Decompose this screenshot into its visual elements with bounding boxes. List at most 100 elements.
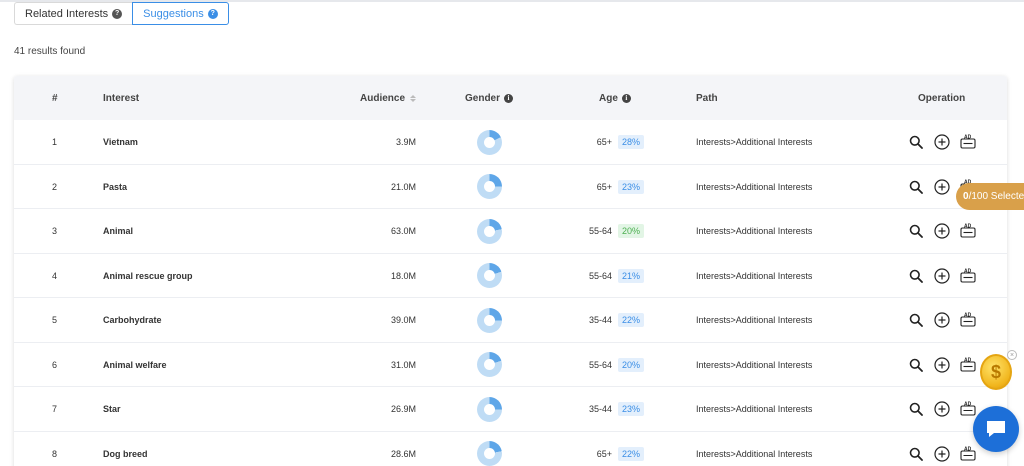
age-percent-badge: 23%: [617, 179, 644, 194]
row-age: 35-44 23%: [544, 387, 644, 431]
tab-related-interests[interactable]: Related Interests ?: [14, 2, 133, 25]
row-path: Interests>Additional Interests: [696, 448, 813, 459]
help-icon[interactable]: ?: [207, 8, 218, 19]
table-header: # Interest Audience Gender i Age i Path …: [14, 76, 1007, 120]
ad-icon[interactable]: AD: [959, 356, 977, 374]
plus-circle-icon[interactable]: [933, 267, 951, 285]
table-row: 3 Animal 63.0M 55-64 20% Interests>Additional…: [14, 209, 1007, 254]
table-row: 8 Dog breed 28.6M 65+ 22% Interests>Additiona…: [14, 432, 1007, 466]
row-audience: 21.0M: [390, 181, 416, 192]
plus-circle-icon[interactable]: [933, 356, 951, 374]
row-audience: 28.6M: [390, 448, 416, 459]
row-number: 7: [52, 404, 58, 414]
plus-circle-icon[interactable]: [933, 178, 951, 196]
dollar-coin-icon[interactable]: $: [980, 354, 1012, 390]
row-interest: Star: [103, 404, 121, 414]
row-age: 55-64 21%: [544, 254, 644, 298]
svg-text:AD: AD: [964, 224, 972, 230]
plus-circle-icon[interactable]: [933, 445, 951, 463]
plus-circle-icon[interactable]: [933, 133, 951, 151]
table-row: 2 Pasta 21.0M 65+ 23% Interests>Additional In…: [14, 165, 1007, 209]
search-icon[interactable]: [907, 311, 925, 329]
plus-circle-icon[interactable]: [933, 311, 951, 329]
row-operations: AD: [907, 209, 977, 253]
table-row: 7 Star 26.9M 35-44 23% Interests>Additional I…: [14, 387, 1007, 432]
row-operations: AD: [907, 343, 977, 387]
age-range: 65+: [596, 137, 612, 147]
row-number: 4: [52, 270, 58, 281]
row-path: Interests>Additional Interests: [696, 137, 813, 147]
gender-donut: [477, 352, 502, 377]
row-age: 65+ 22%: [544, 432, 644, 466]
plus-circle-icon[interactable]: [933, 400, 951, 418]
ad-icon[interactable]: AD: [959, 267, 977, 285]
age-percent-badge: 21%: [617, 268, 644, 283]
row-audience: 3.9M: [395, 137, 416, 147]
ad-icon[interactable]: AD: [959, 311, 977, 329]
row-path: Interests>Additional Interests: [696, 404, 813, 414]
header-path: Path: [696, 92, 718, 104]
tab-suggestions[interactable]: Suggestions ?: [132, 2, 229, 25]
svg-text:AD: AD: [964, 313, 972, 319]
search-icon[interactable]: [907, 400, 925, 418]
age-percent-badge: 23%: [617, 402, 644, 416]
selected-count-badge[interactable]: 0/100 Selecte: [956, 183, 1024, 210]
age-percent-badge: 20%: [617, 224, 644, 238]
row-age: 65+ 23%: [544, 165, 644, 209]
header-interest: Interest: [103, 92, 140, 104]
header-age-label: Age: [599, 92, 618, 104]
info-icon[interactable]: i: [504, 93, 514, 103]
chat-button[interactable]: [973, 406, 1019, 452]
close-icon[interactable]: ×: [1007, 350, 1017, 360]
gender-donut-cell: [477, 343, 502, 387]
age-percent-badge: 22%: [617, 313, 644, 327]
row-audience: 31.0M: [390, 359, 416, 370]
row-interest: Animal rescue group: [103, 270, 193, 281]
row-operations: AD: [907, 298, 977, 342]
selected-limit: /100 Selecte: [968, 191, 1024, 202]
table-row: 6 Animal welfare 31.0M 55-64 20% Interests>Ad…: [14, 343, 1007, 387]
ad-icon[interactable]: AD: [959, 400, 977, 418]
row-path: Interests>Additional Interests: [696, 181, 813, 192]
row-number: 2: [52, 181, 58, 192]
search-icon[interactable]: [907, 267, 925, 285]
age-range: 55-64: [588, 270, 612, 281]
gender-donut: [477, 396, 502, 422]
ad-icon[interactable]: AD: [959, 222, 977, 240]
plus-circle-icon[interactable]: [933, 222, 951, 240]
help-icon[interactable]: ?: [112, 8, 123, 19]
search-icon[interactable]: [907, 133, 925, 151]
row-audience: 39.0M: [390, 315, 416, 325]
header-operation: Operation: [918, 92, 966, 104]
row-path: Interests>Additional Interests: [696, 226, 813, 236]
search-icon[interactable]: [907, 356, 925, 374]
search-icon[interactable]: [907, 178, 925, 196]
table-row: 4 Animal rescue group 18.0M 55-64 21% Interes…: [14, 254, 1007, 298]
gender-donut-cell: [477, 254, 502, 298]
info-icon[interactable]: i: [621, 93, 631, 103]
search-icon[interactable]: [907, 222, 925, 240]
coin-widget: $ ×: [978, 350, 1018, 394]
row-path: Interests>Additional Interests: [696, 315, 813, 325]
header-gender-label: Gender: [465, 92, 501, 104]
sort-icon[interactable]: [410, 94, 417, 102]
search-icon[interactable]: [907, 445, 925, 463]
header-audience[interactable]: Audience: [360, 76, 417, 120]
row-age: 55-64 20%: [544, 343, 644, 387]
table-row: 5 Carbohydrate 39.0M 35-44 22% Interests>Addi…: [14, 298, 1007, 343]
gender-donut-cell: [477, 298, 502, 342]
row-interest: Animal: [103, 226, 134, 236]
header-age: Age i: [599, 76, 631, 120]
row-number: 5: [52, 315, 58, 325]
row-number: 8: [52, 448, 58, 459]
ad-icon[interactable]: AD: [959, 133, 977, 151]
header-audience-label: Audience: [360, 92, 406, 104]
ad-icon[interactable]: AD: [959, 445, 977, 463]
row-path: Interests>Additional Interests: [696, 359, 813, 370]
row-operations: AD: [907, 387, 977, 431]
age-range: 55-64: [588, 359, 612, 370]
age-range: 65+: [596, 448, 612, 459]
row-number: 3: [52, 226, 58, 236]
row-interest: Pasta: [103, 181, 128, 192]
interests-table: # Interest Audience Gender i Age i Path …: [14, 76, 1007, 466]
